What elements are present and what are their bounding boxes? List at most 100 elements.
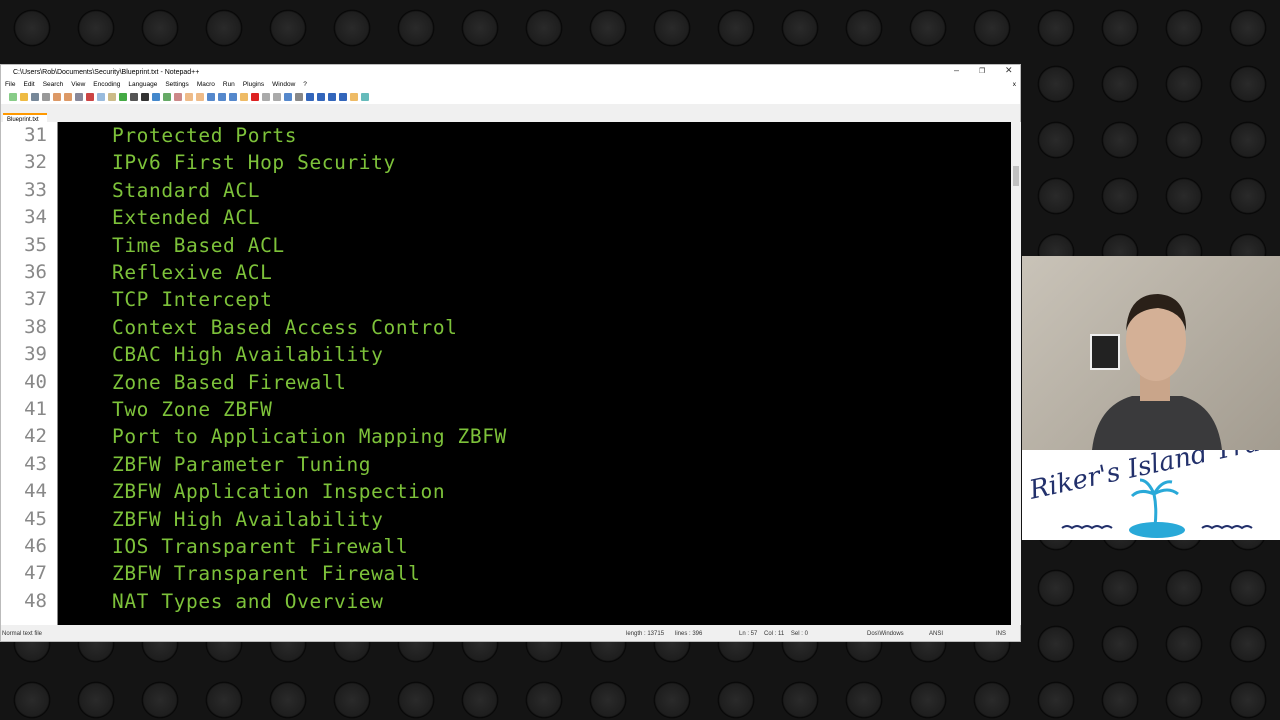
status-length: length : 13715	[626, 631, 665, 637]
down-icon[interactable]	[328, 93, 336, 101]
line-number: 33	[24, 178, 47, 201]
status-mode: INS	[996, 631, 1007, 637]
presenter	[1092, 294, 1222, 450]
line-number: 35	[24, 233, 47, 256]
menu-edit[interactable]: Edit	[23, 81, 34, 88]
redo-icon[interactable]	[130, 93, 138, 101]
line-number: 48	[24, 589, 47, 612]
restore-button[interactable]: ❐	[979, 67, 985, 75]
menu-plugins[interactable]: Plugins	[243, 81, 264, 88]
word-wrap-icon[interactable]	[207, 93, 215, 101]
indent-guide-icon[interactable]	[229, 93, 237, 101]
close-button[interactable]: ✕	[1005, 65, 1013, 76]
menu-view[interactable]: View	[71, 81, 85, 88]
line-number: 45	[24, 507, 47, 530]
line-number: 42	[24, 425, 47, 448]
all-chars-icon[interactable]	[218, 93, 226, 101]
paste-icon[interactable]	[108, 93, 116, 101]
print-icon[interactable]	[75, 93, 83, 101]
copy-icon[interactable]	[97, 93, 105, 101]
text-line[interactable]: ZBFW Application Inspection	[112, 480, 445, 503]
text-line[interactable]: TCP Intercept	[112, 288, 272, 311]
menu-window[interactable]: Window	[272, 81, 295, 88]
line-number: 43	[24, 452, 47, 475]
text-line[interactable]: NAT Types and Overview	[112, 590, 383, 613]
line-number: 32	[24, 151, 47, 174]
record-macro-icon[interactable]	[251, 93, 259, 101]
doc-map-icon[interactable]	[240, 93, 248, 101]
text-line[interactable]: ZBFW High Availability	[112, 508, 383, 531]
zoom-out-icon[interactable]	[174, 93, 182, 101]
text-line[interactable]: ZBFW Parameter Tuning	[112, 453, 371, 476]
sync-v-icon[interactable]	[185, 93, 193, 101]
close-icon[interactable]	[53, 93, 61, 101]
status-lines: lines : 396	[675, 631, 703, 637]
save-icon[interactable]	[31, 93, 39, 101]
up-icon[interactable]	[317, 93, 325, 101]
rikers-island-training-logo: Riker's Island Training	[1022, 450, 1280, 540]
line-number-gutter: 31 32 33 34 35 36 37 38 39 40 41 42 43 44 45 46 47 48	[1, 122, 58, 625]
text-line[interactable]: Protected Ports	[112, 124, 297, 147]
scrollbar-thumb[interactable]	[1013, 166, 1019, 186]
text-line[interactable]: IOS Transparent Firewall	[112, 535, 408, 558]
unfold-icon[interactable]	[339, 93, 347, 101]
menu-language[interactable]: Language	[128, 81, 157, 88]
text-line[interactable]: Context Based Access Control	[112, 316, 458, 339]
text-line[interactable]: Time Based ACL	[112, 234, 285, 257]
menu-help[interactable]: ?	[303, 81, 307, 88]
menu-settings[interactable]: Settings	[165, 81, 189, 88]
line-number: 39	[24, 343, 47, 366]
fold-icon[interactable]	[306, 93, 314, 101]
text-line[interactable]: Standard ACL	[112, 179, 260, 202]
tab-bar: Blueprint.txt	[1, 104, 1020, 125]
line-number: 34	[24, 206, 47, 229]
text-line[interactable]: IPv6 First Hop Security	[112, 151, 396, 174]
open-file-icon[interactable]	[20, 93, 28, 101]
run-macro-multiple-icon[interactable]	[284, 93, 292, 101]
text-line[interactable]: CBAC High Availability	[112, 343, 383, 366]
menu-bar: File Edit Search View Encoding Language …	[1, 79, 1020, 90]
line-number: 40	[24, 370, 47, 393]
play-macro-icon[interactable]	[273, 93, 281, 101]
text-line[interactable]: Reflexive ACL	[112, 261, 272, 284]
editor[interactable]: 31 32 33 34 35 36 37 38 39 40 41 42 43 44 45 46 47 48 Pro…	[1, 122, 1011, 625]
text-line[interactable]: Zone Based Firewall	[112, 371, 346, 394]
stop-macro-icon[interactable]	[262, 93, 270, 101]
webcam-feed	[1022, 256, 1280, 450]
undo-icon[interactable]	[119, 93, 127, 101]
line-number: 38	[24, 315, 47, 338]
text-line[interactable]: Two Zone ZBFW	[112, 398, 272, 421]
menu-run[interactable]: Run	[223, 81, 235, 88]
replace-icon[interactable]	[152, 93, 160, 101]
cut-icon[interactable]	[86, 93, 94, 101]
close-all-icon[interactable]	[64, 93, 72, 101]
status-encoding: ANSI	[929, 631, 944, 637]
find-icon[interactable]	[141, 93, 149, 101]
menu-file[interactable]: File	[5, 81, 15, 88]
text-line[interactable]: Port to Application Mapping ZBFW	[112, 425, 507, 448]
folder-icon[interactable]	[350, 93, 358, 101]
status-bar: Normal text file length : 13715 lines : …	[1, 627, 1020, 641]
status-file-type: Normal text file	[2, 631, 43, 637]
status-position: Ln : 57 Col : 11 Sel : 0	[739, 631, 808, 637]
spellcheck-icon[interactable]	[361, 93, 369, 101]
minimize-button[interactable]: –	[954, 65, 959, 75]
sync-h-icon[interactable]	[196, 93, 204, 101]
menu-search[interactable]: Search	[43, 81, 64, 88]
menu-encoding[interactable]: Encoding	[93, 81, 120, 88]
line-number: 44	[24, 480, 47, 503]
text-line[interactable]: Extended ACL	[112, 206, 260, 229]
save-macro-icon[interactable]	[295, 93, 303, 101]
menu-macro[interactable]: Macro	[197, 81, 215, 88]
text-line[interactable]: ZBFW Transparent Firewall	[112, 562, 421, 585]
vertical-scrollbar[interactable]	[1011, 122, 1021, 625]
zoom-in-icon[interactable]	[163, 93, 171, 101]
notepadpp-window: C:\Users\Rob\Documents\Security\Blueprin…	[0, 64, 1021, 642]
line-number: 37	[24, 288, 47, 311]
new-file-icon[interactable]	[9, 93, 17, 101]
title-bar: C:\Users\Rob\Documents\Security\Blueprin…	[1, 65, 1020, 79]
close-document-button[interactable]: x	[1013, 81, 1016, 88]
save-all-icon[interactable]	[42, 93, 50, 101]
line-number: 46	[24, 535, 47, 557]
toolbar	[1, 90, 1020, 104]
